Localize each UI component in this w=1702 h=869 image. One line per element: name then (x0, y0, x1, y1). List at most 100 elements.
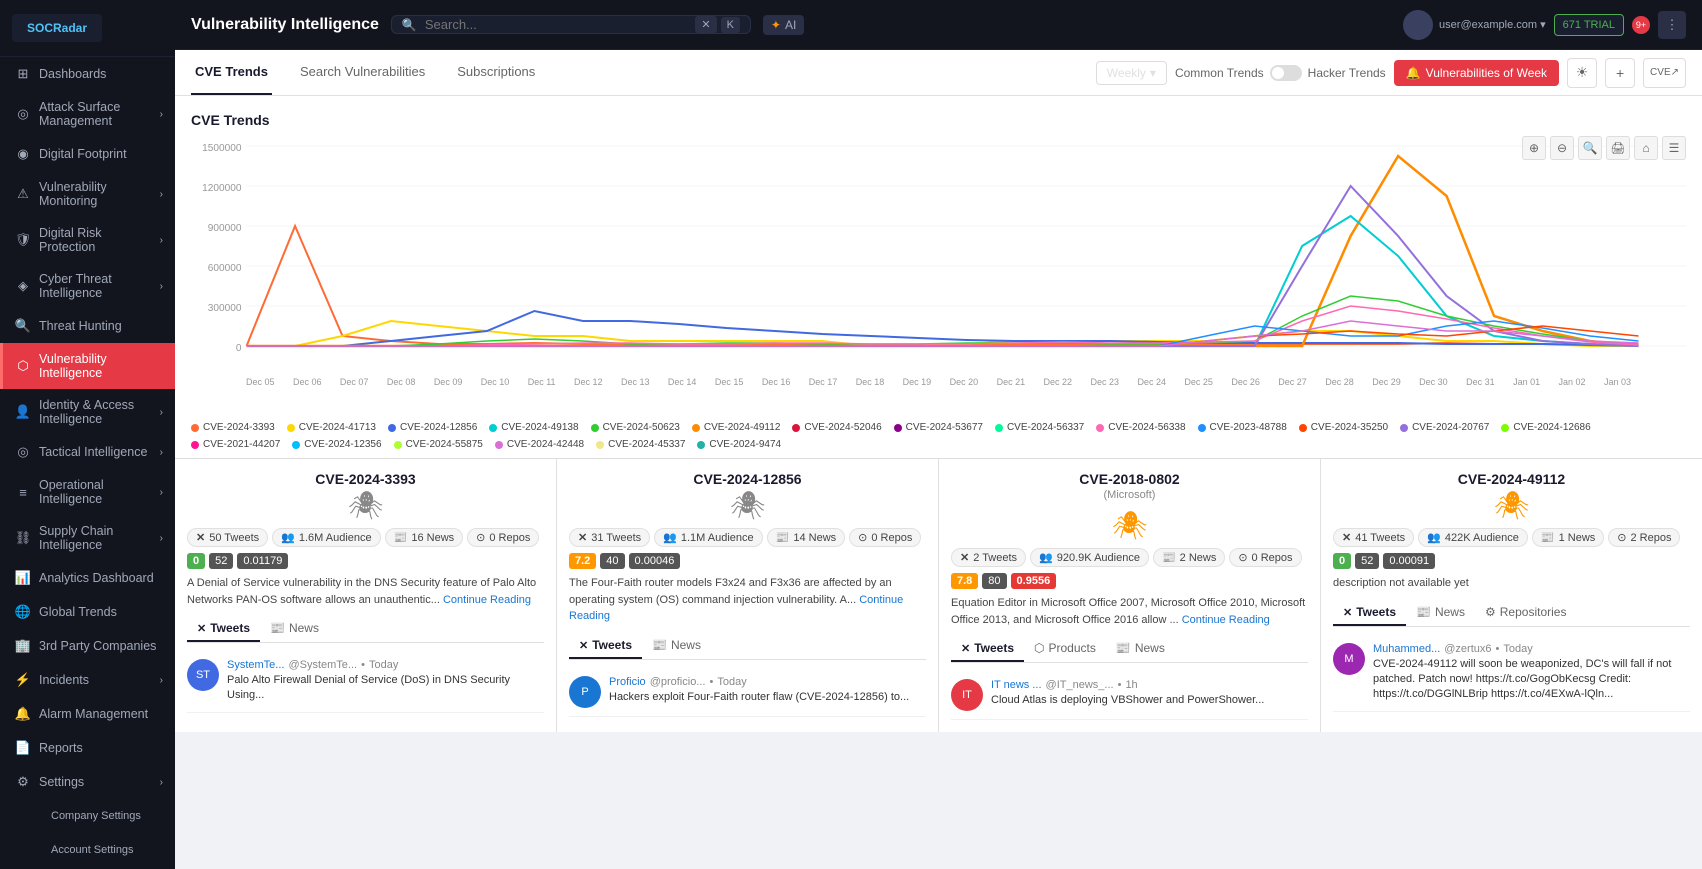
cve-title: CVE-2024-49112 (1333, 471, 1690, 487)
sidebar-item-tactical-intelligence[interactable]: ◎ Tactical Intelligence › (0, 435, 175, 469)
cve-tab-news[interactable]: 📰News (260, 616, 329, 642)
search-tag-x[interactable]: ✕ (695, 16, 716, 33)
cve-tab-tweets[interactable]: ✕Tweets (569, 633, 642, 659)
sidebar-item-alarm-management[interactable]: 🔔 Alarm Management (0, 697, 175, 731)
tweet-separator: • (1118, 679, 1122, 691)
tweet-meta: IT news ... @IT_news_... • 1h (991, 679, 1308, 691)
tab-cve-trends[interactable]: CVE Trends (191, 50, 272, 95)
sidebar-item-dashboards[interactable]: ⊞ Dashboards (0, 57, 175, 91)
sidebar-item-3rd-party[interactable]: 🏢 3rd Party Companies (0, 629, 175, 663)
sidebar-item-operational-intelligence[interactable]: ≡ Operational Intelligence › (0, 469, 175, 515)
cve-tab-products[interactable]: ⬡Products (1024, 636, 1106, 662)
cve-tab-tweets[interactable]: ✕Tweets (1333, 600, 1406, 626)
sidebar-item-company-settings[interactable]: Company Settings (0, 799, 175, 833)
tweet-content: IT news ... @IT_news_... • 1h Cloud Atla… (991, 679, 1308, 711)
news-icon: 📰 (776, 531, 790, 544)
svg-text:600000: 600000 (208, 263, 242, 274)
hacker-trends-toggle[interactable] (1270, 65, 1302, 81)
sidebar-item-attack-surface[interactable]: ◎ Attack Surface Management › (0, 91, 175, 137)
cve-tab-tweets[interactable]: ✕Tweets (951, 636, 1024, 662)
legend-item-cve-12356[interactable]: CVE-2024-12356 (292, 439, 381, 450)
score-badge: 52 (209, 553, 233, 569)
sidebar-item-settings[interactable]: ⚙ Settings › (0, 765, 175, 799)
legend-item-cve-42448[interactable]: CVE-2024-42448 (495, 439, 584, 450)
legend-label: CVE-2023-48788 (1210, 422, 1287, 433)
cve-tab-repositories[interactable]: ⚙Repositories (1475, 600, 1576, 626)
legend-item-cve-45337[interactable]: CVE-2024-45337 (596, 439, 685, 450)
legend-item-cve-35250[interactable]: CVE-2024-35250 (1299, 422, 1388, 433)
legend-item-cve-49112[interactable]: CVE-2024-49112 (692, 422, 781, 433)
legend-label: CVE-2024-52046 (804, 422, 881, 433)
legend-item-cve-3393[interactable]: CVE-2024-3393 (191, 422, 275, 433)
legend-item-cve-41713[interactable]: CVE-2024-41713 (287, 422, 376, 433)
notification-badge[interactable]: 9+ (1632, 16, 1650, 34)
tweet-avatar: M (1333, 643, 1365, 675)
continue-reading-link[interactable]: Continue Reading (1182, 614, 1270, 626)
sidebar-label-settings: Settings (39, 775, 152, 789)
sidebar-item-analytics-dashboard[interactable]: 📊 Analytics Dashboard (0, 561, 175, 595)
sidebar-item-identity-access[interactable]: 👤 Identity & Access Intelligence › (0, 389, 175, 435)
sidebar-item-threat-hunting[interactable]: 🔍 Threat Hunting (0, 309, 175, 343)
logo-image[interactable]: SOCRadar (12, 14, 102, 42)
sidebar-item-cyber-threat-intelligence[interactable]: ◈ Cyber Threat Intelligence › (0, 263, 175, 309)
bell-icon: 🔔 (1406, 66, 1421, 80)
legend-item-cve-52046[interactable]: CVE-2024-52046 (792, 422, 881, 433)
legend-item-cve-50623[interactable]: CVE-2024-50623 (591, 422, 680, 433)
vulnerabilities-of-week-button[interactable]: 🔔 Vulnerabilities of Week (1394, 60, 1559, 86)
legend-item-cve-20767[interactable]: CVE-2024-20767 (1400, 422, 1489, 433)
search-input[interactable] (425, 17, 687, 32)
legend-label: CVE-2024-35250 (1311, 422, 1388, 433)
cve-tab-tweets[interactable]: ✕Tweets (187, 616, 260, 642)
legend-label: CVE-2024-20767 (1412, 422, 1489, 433)
sidebar-item-vulnerability-intelligence[interactable]: ⬡ Vulnerability Intelligence (0, 343, 175, 389)
legend-item-cve-49138[interactable]: CVE-2024-49138 (489, 422, 578, 433)
plus-icon-button[interactable]: + (1605, 58, 1635, 88)
x-axis-label: Dec 25 (1184, 377, 1213, 387)
sidebar-item-incidents[interactable]: ⚡ Incidents › (0, 663, 175, 697)
print-chart-button[interactable]: 🖨 (1606, 136, 1630, 160)
sidebar-item-account-settings[interactable]: Account Settings (0, 833, 175, 867)
tab-search-vulnerabilities[interactable]: Search Vulnerabilities (296, 50, 429, 95)
menu-icon-button[interactable]: ⋮ (1658, 11, 1686, 39)
user-avatar[interactable] (1403, 10, 1433, 40)
period-select[interactable]: Weekly ▾ (1096, 61, 1167, 85)
cve-description: A Denial of Service vulnerability in the… (187, 575, 544, 608)
sun-icon-button[interactable]: ☀ (1567, 58, 1597, 88)
legend-item-cve-48788[interactable]: CVE-2023-48788 (1198, 422, 1287, 433)
zoom-in-button[interactable]: ⊕ (1522, 136, 1546, 160)
sidebar-item-supply-chain[interactable]: ⛓ Supply Chain Intelligence › (0, 515, 175, 561)
ai-button[interactable]: ✦ AI (763, 15, 804, 35)
tab-subscriptions[interactable]: Subscriptions (453, 50, 539, 95)
twitter-icon: ✕ (960, 551, 969, 564)
sidebar-item-digital-risk-protection[interactable]: 🛡 Digital Risk Protection › (0, 217, 175, 263)
trial-button[interactable]: 671 TRIAL (1554, 14, 1624, 36)
zoom-out-button[interactable]: ⊖ (1550, 136, 1574, 160)
chevron-icon: › (160, 235, 163, 246)
sidebar-item-vulnerability-monitoring[interactable]: ⚠ Vulnerability Monitoring › (0, 171, 175, 217)
search-bar[interactable]: 🔍 ✕ K (391, 15, 751, 34)
legend-item-cve-12856[interactable]: CVE-2024-12856 (388, 422, 477, 433)
legend-item-cve-12686[interactable]: CVE-2024-12686 (1501, 422, 1590, 433)
svg-text:900000: 900000 (208, 223, 242, 234)
legend-item-cve-56338[interactable]: CVE-2024-56338 (1096, 422, 1185, 433)
menu-chart-button[interactable]: ☰ (1662, 136, 1686, 160)
cve-tab-news[interactable]: 📰News (1106, 636, 1175, 662)
legend-item-cve-9474[interactable]: CVE-2024-9474 (697, 439, 781, 450)
sidebar-item-global-trends[interactable]: 🌐 Global Trends (0, 595, 175, 629)
legend-item-cve-44207[interactable]: CVE-2021-44207 (191, 439, 280, 450)
score-badge: 52 (1355, 553, 1379, 569)
legend-item-cve-53677[interactable]: CVE-2024-53677 (894, 422, 983, 433)
home-chart-button[interactable]: ⌂ (1634, 136, 1658, 160)
search-chart-button[interactable]: 🔍 (1578, 136, 1602, 160)
continue-reading-link[interactable]: Continue Reading (443, 594, 531, 606)
cve-tab-news[interactable]: 📰News (1406, 600, 1475, 626)
sidebar-item-digital-footprint[interactable]: ◉ Digital Footprint (0, 137, 175, 171)
chart-title: CVE Trends (191, 112, 1686, 128)
tweet-name: Proficio (609, 676, 646, 688)
legend-item-cve-55875[interactable]: CVE-2024-55875 (394, 439, 483, 450)
continue-reading-link[interactable]: Continue Reading (569, 594, 903, 623)
sidebar-item-reports[interactable]: 📄 Reports (0, 731, 175, 765)
cve-tab-news[interactable]: 📰News (642, 633, 711, 659)
legend-item-cve-56337[interactable]: CVE-2024-56337 (995, 422, 1084, 433)
cve-link-button[interactable]: CVE↗ (1643, 58, 1686, 88)
